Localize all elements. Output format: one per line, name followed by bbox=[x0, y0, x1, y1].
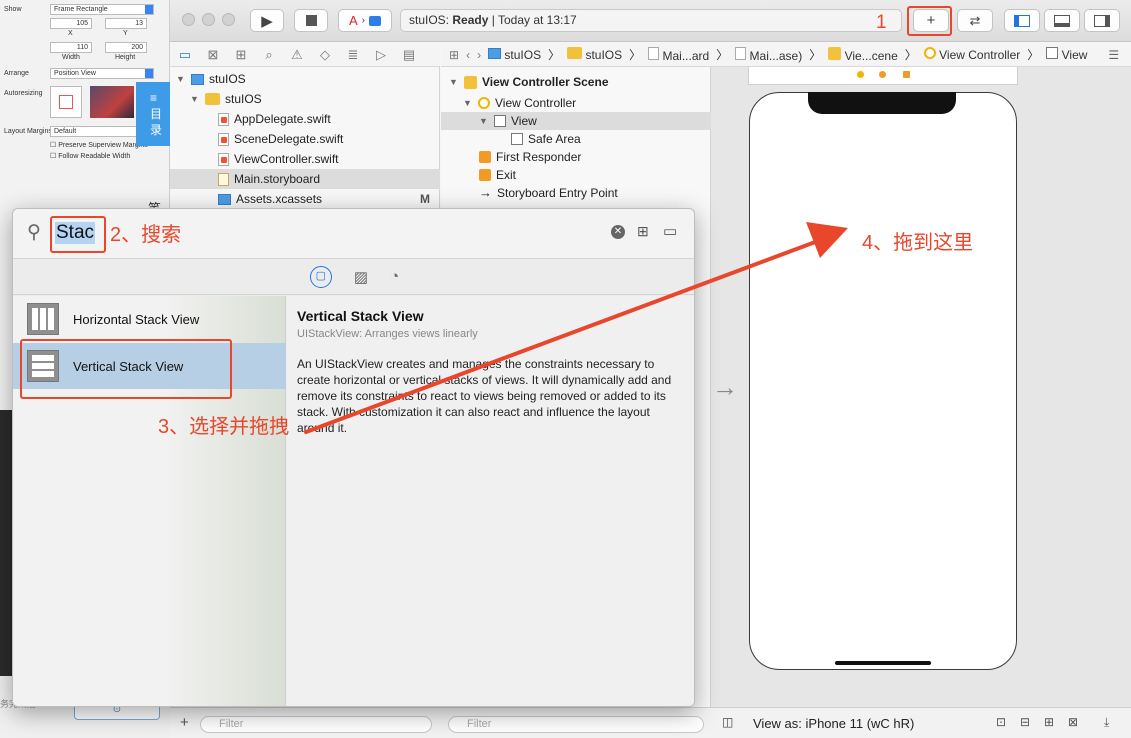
annotation-drag-arrow bbox=[304, 222, 848, 434]
